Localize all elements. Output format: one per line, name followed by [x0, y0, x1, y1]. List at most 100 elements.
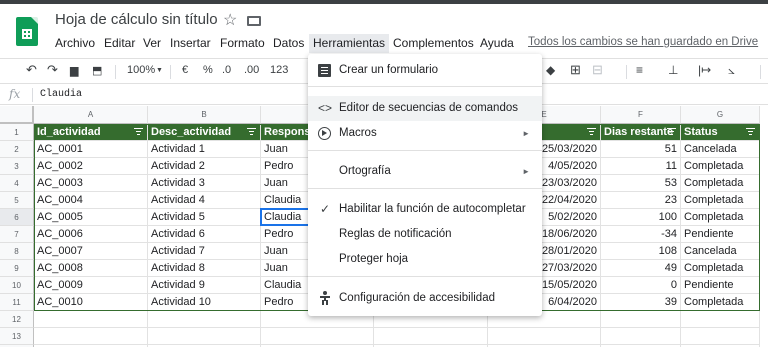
row-header[interactable]: 8 [0, 243, 34, 260]
row-header[interactable]: 6 [0, 209, 34, 226]
empty-cell[interactable] [34, 311, 148, 328]
menu-complementos[interactable]: Complementos [393, 36, 474, 50]
paint-format-icon[interactable]: ⬒ [92, 64, 102, 77]
table-header-cell[interactable]: Status [681, 124, 760, 141]
table-cell[interactable]: Actividad 5 [148, 209, 261, 226]
table-cell[interactable]: AC_0005 [34, 209, 148, 226]
formula-input[interactable]: Claudia [40, 89, 82, 100]
row-header[interactable]: 5 [0, 192, 34, 209]
row-header[interactable]: 3 [0, 158, 34, 175]
empty-cell[interactable] [488, 328, 601, 345]
column-header-g[interactable]: G [681, 106, 760, 124]
table-header-cell[interactable]: Dias restante [601, 124, 681, 141]
column-header-a[interactable]: A [34, 106, 148, 124]
table-cell[interactable]: 108 [601, 243, 681, 260]
row-header[interactable]: 2 [0, 141, 34, 158]
filter-icon[interactable] [667, 128, 676, 135]
folder-icon[interactable] [247, 16, 261, 26]
table-cell[interactable]: Actividad 7 [148, 243, 261, 260]
menu-item-accessibility[interactable]: Configuración de accesibilidad [308, 286, 542, 311]
vertical-align-icon[interactable]: ⊥ [668, 63, 678, 77]
table-cell[interactable]: AC_0002 [34, 158, 148, 175]
empty-cell[interactable] [601, 311, 681, 328]
empty-cell[interactable] [681, 328, 760, 345]
filter-icon[interactable] [134, 128, 143, 135]
horizontal-align-icon[interactable]: ≡ [636, 63, 643, 77]
table-cell[interactable]: AC_0007 [34, 243, 148, 260]
currency-button[interactable]: € [182, 64, 188, 76]
empty-cell[interactable] [601, 328, 681, 345]
table-cell[interactable]: Completada [681, 294, 760, 311]
table-cell[interactable]: 53 [601, 175, 681, 192]
table-cell[interactable]: AC_0008 [34, 260, 148, 277]
table-cell[interactable]: AC_0006 [34, 226, 148, 243]
table-cell[interactable]: Actividad 10 [148, 294, 261, 311]
table-cell[interactable]: AC_0003 [34, 175, 148, 192]
row-header[interactable]: 11 [0, 294, 34, 311]
text-rotate-icon[interactable]: ⦣ [728, 63, 735, 78]
table-cell[interactable]: Actividad 3 [148, 175, 261, 192]
filter-icon[interactable] [587, 128, 596, 135]
menu-datos[interactable]: Datos [273, 36, 304, 50]
empty-cell[interactable] [374, 328, 488, 345]
table-cell[interactable]: Actividad 1 [148, 141, 261, 158]
zoom-chevron-icon[interactable]: ▼ [156, 67, 163, 74]
table-cell[interactable]: Actividad 2 [148, 158, 261, 175]
table-cell[interactable]: Completada [681, 192, 760, 209]
empty-cell[interactable] [261, 328, 374, 345]
menu-formato[interactable]: Formato [220, 36, 265, 50]
table-cell[interactable]: -34 [601, 226, 681, 243]
table-cell[interactable]: Completada [681, 175, 760, 192]
row-header[interactable]: 1 [0, 124, 34, 141]
table-cell[interactable]: Actividad 4 [148, 192, 261, 209]
column-header-f[interactable]: F [601, 106, 681, 124]
menu-insertar[interactable]: Insertar [170, 36, 211, 50]
menu-item-macros[interactable]: Macros ► [308, 121, 542, 146]
row-header[interactable]: 10 [0, 277, 34, 294]
filter-icon[interactable] [247, 128, 256, 135]
table-cell[interactable]: 0 [601, 277, 681, 294]
table-cell[interactable]: Completada [681, 209, 760, 226]
table-cell[interactable]: Actividad 6 [148, 226, 261, 243]
table-cell[interactable]: 49 [601, 260, 681, 277]
undo-icon[interactable]: ↶ [26, 62, 37, 78]
menu-item-script-editor[interactable]: <> Editor de secuencias de comandos [308, 96, 542, 121]
menu-item-create-form[interactable]: Crear un formulario [308, 58, 542, 83]
table-cell[interactable]: AC_0004 [34, 192, 148, 209]
filter-icon[interactable] [746, 128, 755, 135]
decrease-decimals-button[interactable]: .0 [222, 64, 231, 76]
row-header[interactable]: 9 [0, 260, 34, 277]
menu-item-autocomplete[interactable]: ✓ Habilitar la función de autocompletar [308, 197, 542, 222]
empty-cell[interactable] [34, 328, 148, 345]
menu-herramientas[interactable]: Herramientas [309, 34, 390, 53]
redo-icon[interactable]: ↷ [47, 62, 58, 78]
table-cell[interactable]: AC_0009 [34, 277, 148, 294]
percent-button[interactable]: % [203, 64, 213, 76]
table-cell[interactable]: 39 [601, 294, 681, 311]
more-formats-button[interactable]: 123 [270, 64, 288, 76]
table-cell[interactable]: Actividad 9 [148, 277, 261, 294]
menu-archivo[interactable]: Archivo [55, 36, 95, 50]
table-cell[interactable]: Cancelada [681, 243, 760, 260]
menu-ayuda[interactable]: Ayuda [480, 36, 514, 50]
table-cell[interactable]: AC_0010 [34, 294, 148, 311]
borders-icon[interactable]: ⊞ [570, 62, 581, 78]
table-cell[interactable]: 11 [601, 158, 681, 175]
sheets-logo-icon[interactable] [16, 17, 38, 46]
menu-item-notification-rules[interactable]: Reglas de notificación [308, 222, 542, 247]
table-cell[interactable]: Completada [681, 158, 760, 175]
fill-color-icon[interactable]: ◆ [546, 63, 555, 77]
table-cell[interactable]: 51 [601, 141, 681, 158]
table-cell[interactable]: 23 [601, 192, 681, 209]
menu-item-spelling[interactable]: Ortografía ► [308, 159, 542, 184]
star-icon[interactable]: ☆ [223, 10, 237, 30]
table-header-cell[interactable]: Id_actividad [34, 124, 148, 141]
row-header[interactable]: 12 [0, 311, 34, 328]
document-title[interactable]: Hoja de cálculo sin título [55, 11, 218, 28]
save-status-link[interactable]: Todos los cambios se han guardado en Dri… [528, 36, 758, 48]
increase-decimals-button[interactable]: .00 [244, 64, 259, 76]
row-header[interactable]: 7 [0, 226, 34, 243]
table-cell[interactable]: AC_0001 [34, 141, 148, 158]
table-cell[interactable]: Pendiente [681, 226, 760, 243]
text-wrap-icon[interactable]: |↦ [698, 63, 711, 77]
